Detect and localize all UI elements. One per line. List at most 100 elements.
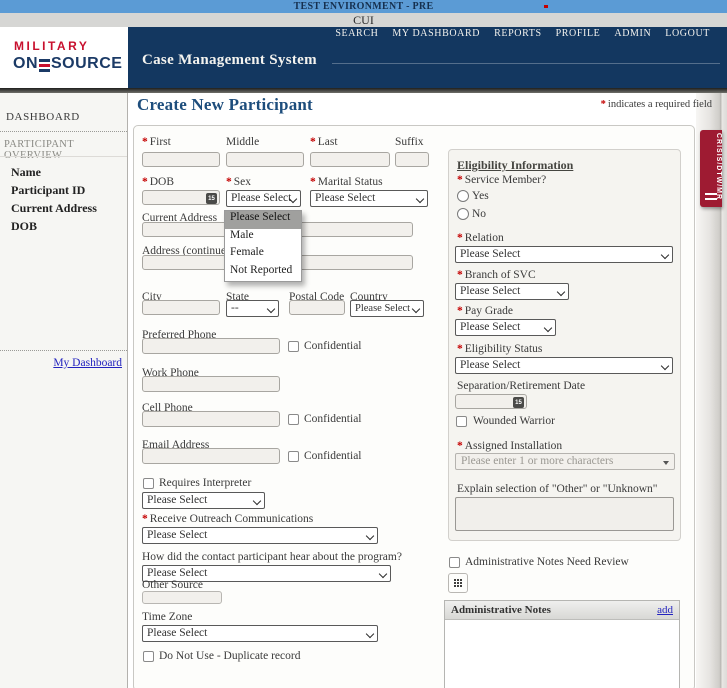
- nav-profile[interactable]: PROFILE: [556, 28, 601, 39]
- notes-header: Administrative Notes add: [445, 601, 679, 620]
- outreach-select-value: Please Select: [147, 529, 207, 541]
- last-input[interactable]: [310, 152, 390, 167]
- sex-option-female[interactable]: Female: [225, 246, 301, 264]
- suffix-label: Suffix: [395, 136, 424, 148]
- service-member-no-radio[interactable]: [457, 208, 469, 220]
- sex-select[interactable]: Please Select: [226, 190, 301, 207]
- state-select[interactable]: --: [226, 300, 279, 317]
- assigned-installation-combobox[interactable]: Please enter 1 or more characters: [455, 453, 675, 470]
- confidential-label: Confidential: [304, 413, 362, 425]
- wounded-warrior-checkbox[interactable]: [456, 416, 467, 427]
- chevron-down-icon: [661, 362, 669, 370]
- separation-date-input[interactable]: 15: [455, 394, 527, 409]
- admin-notes-review-label: Administrative Notes Need Review: [465, 556, 629, 568]
- time-zone-label: Time Zone: [142, 611, 192, 623]
- cui-label: CUI: [0, 13, 727, 27]
- chevron-down-icon: [412, 305, 420, 313]
- branch-of-svc-select[interactable]: Please Select: [455, 283, 569, 300]
- receive-outreach-select[interactable]: Please Select: [142, 527, 378, 544]
- suffix-input[interactable]: [395, 152, 429, 167]
- marital-status-select[interactable]: Please Select: [310, 190, 428, 207]
- dob-input[interactable]: 15: [142, 190, 220, 205]
- assigned-installation-label: *Assigned Installation: [457, 440, 562, 452]
- nav-reports[interactable]: REPORTS: [494, 28, 542, 39]
- email-address-input[interactable]: [142, 448, 280, 464]
- sidebar-item-current-address[interactable]: Current Address: [11, 201, 97, 216]
- eligibility-status-select[interactable]: Please Select: [455, 357, 673, 374]
- cell-phone-input[interactable]: [142, 411, 280, 427]
- notes-add-link[interactable]: add: [657, 604, 673, 616]
- screen: TEST ENVIRONMENT - PRE CUI MILITARY ONSO…: [0, 0, 727, 688]
- grid-icon: [454, 579, 462, 587]
- sidebar-item-dashboard[interactable]: DASHBOARD: [6, 111, 80, 123]
- crisis-tab-bar: [705, 198, 717, 200]
- nav-my-dashboard[interactable]: MY DASHBOARD: [392, 28, 480, 39]
- eligibility-status-label: *Eligibility Status: [457, 343, 542, 355]
- country-select[interactable]: Please Select: [350, 300, 424, 317]
- sidebar-item-name[interactable]: Name: [11, 165, 41, 180]
- explain-other-textarea[interactable]: [455, 497, 674, 531]
- hear-about-select-value: Please Select: [147, 567, 207, 579]
- crisis-dtw-mr-tab[interactable]: CRISIS/DTW/MR: [700, 130, 722, 207]
- sidebar-divider: [0, 156, 127, 157]
- first-input[interactable]: [142, 152, 220, 167]
- pay-grade-label: *Pay Grade: [457, 305, 513, 317]
- do-not-use-checkbox[interactable]: [143, 651, 154, 662]
- time-zone-select-value: Please Select: [147, 627, 207, 639]
- sidebar-section-participant-overview: PARTICIPANT OVERVIEW: [4, 139, 127, 161]
- sex-option-male[interactable]: Male: [225, 229, 301, 247]
- nav-admin[interactable]: ADMIN: [614, 28, 651, 39]
- admin-notes-review-checkbox[interactable]: [449, 557, 460, 568]
- chevron-down-icon: [366, 532, 374, 540]
- interpreter-language-select[interactable]: Please Select: [142, 492, 265, 509]
- requires-interpreter-label: Requires Interpreter: [159, 477, 251, 489]
- cell-phone-confidential-checkbox[interactable]: [288, 414, 299, 425]
- relation-select[interactable]: Please Select: [455, 246, 673, 263]
- time-zone-select[interactable]: Please Select: [142, 625, 378, 642]
- my-dashboard-link[interactable]: My Dashboard: [53, 357, 122, 369]
- chevron-down-icon: [379, 570, 387, 578]
- service-member-yes-radio[interactable]: [457, 190, 469, 202]
- nav-search[interactable]: SEARCH: [335, 28, 378, 39]
- sidebar-item-participant-id[interactable]: Participant ID: [11, 183, 85, 198]
- header-rule: [332, 63, 720, 64]
- pay-grade-select-value: Please Select: [460, 321, 520, 333]
- work-phone-input[interactable]: [142, 376, 280, 392]
- sex-option-not-reported[interactable]: Not Reported: [225, 264, 301, 282]
- explain-other-label: Explain selection of "Other" or "Unknown…: [457, 483, 658, 495]
- chevron-down-icon: [557, 288, 565, 296]
- logo-e-bars-icon: [39, 59, 50, 72]
- confidential-label: Confidential: [304, 340, 362, 352]
- sex-select-value: Please Select: [231, 192, 291, 204]
- other-source-label: Other Source: [142, 579, 203, 591]
- page-title: Create New Participant: [137, 95, 313, 115]
- postal-code-input[interactable]: [289, 300, 345, 315]
- sex-option-please-select[interactable]: Please Select: [225, 211, 301, 229]
- marital-status-label: *Marital Status: [310, 176, 383, 188]
- middle-label: Middle: [226, 136, 259, 148]
- do-not-use-label: Do Not Use - Duplicate record: [159, 650, 300, 662]
- administrative-notes-panel: Administrative Notes add: [444, 600, 680, 688]
- notes-grid-button[interactable]: [448, 573, 468, 593]
- required-asterisk: *: [601, 99, 606, 110]
- nav-logout[interactable]: LOGOUT: [665, 28, 710, 39]
- red-dot: [544, 5, 548, 8]
- hear-about-label: How did the contact participant hear abo…: [142, 551, 402, 563]
- sidebar-item-dob[interactable]: DOB: [11, 219, 37, 234]
- middle-input[interactable]: [226, 152, 304, 167]
- calendar-icon[interactable]: 15: [206, 193, 217, 204]
- test-environment-label: TEST ENVIRONMENT - PRE: [0, 0, 727, 13]
- city-input[interactable]: [142, 300, 220, 315]
- email-confidential-checkbox[interactable]: [288, 451, 299, 462]
- chevron-down-icon: [416, 195, 424, 203]
- preferred-phone-confidential-checkbox[interactable]: [288, 341, 299, 352]
- other-source-input[interactable]: [142, 591, 222, 604]
- preferred-phone-input[interactable]: [142, 338, 280, 354]
- logo: MILITARY ONSOURCE: [0, 27, 128, 88]
- requires-interpreter-checkbox[interactable]: [143, 478, 154, 489]
- calendar-icon[interactable]: 15: [513, 397, 524, 408]
- assigned-installation-placeholder: Please enter 1 or more characters: [461, 455, 613, 467]
- separation-date-label: Separation/Retirement Date: [457, 380, 585, 392]
- pay-grade-select[interactable]: Please Select: [455, 319, 556, 336]
- chevron-down-icon: [544, 324, 552, 332]
